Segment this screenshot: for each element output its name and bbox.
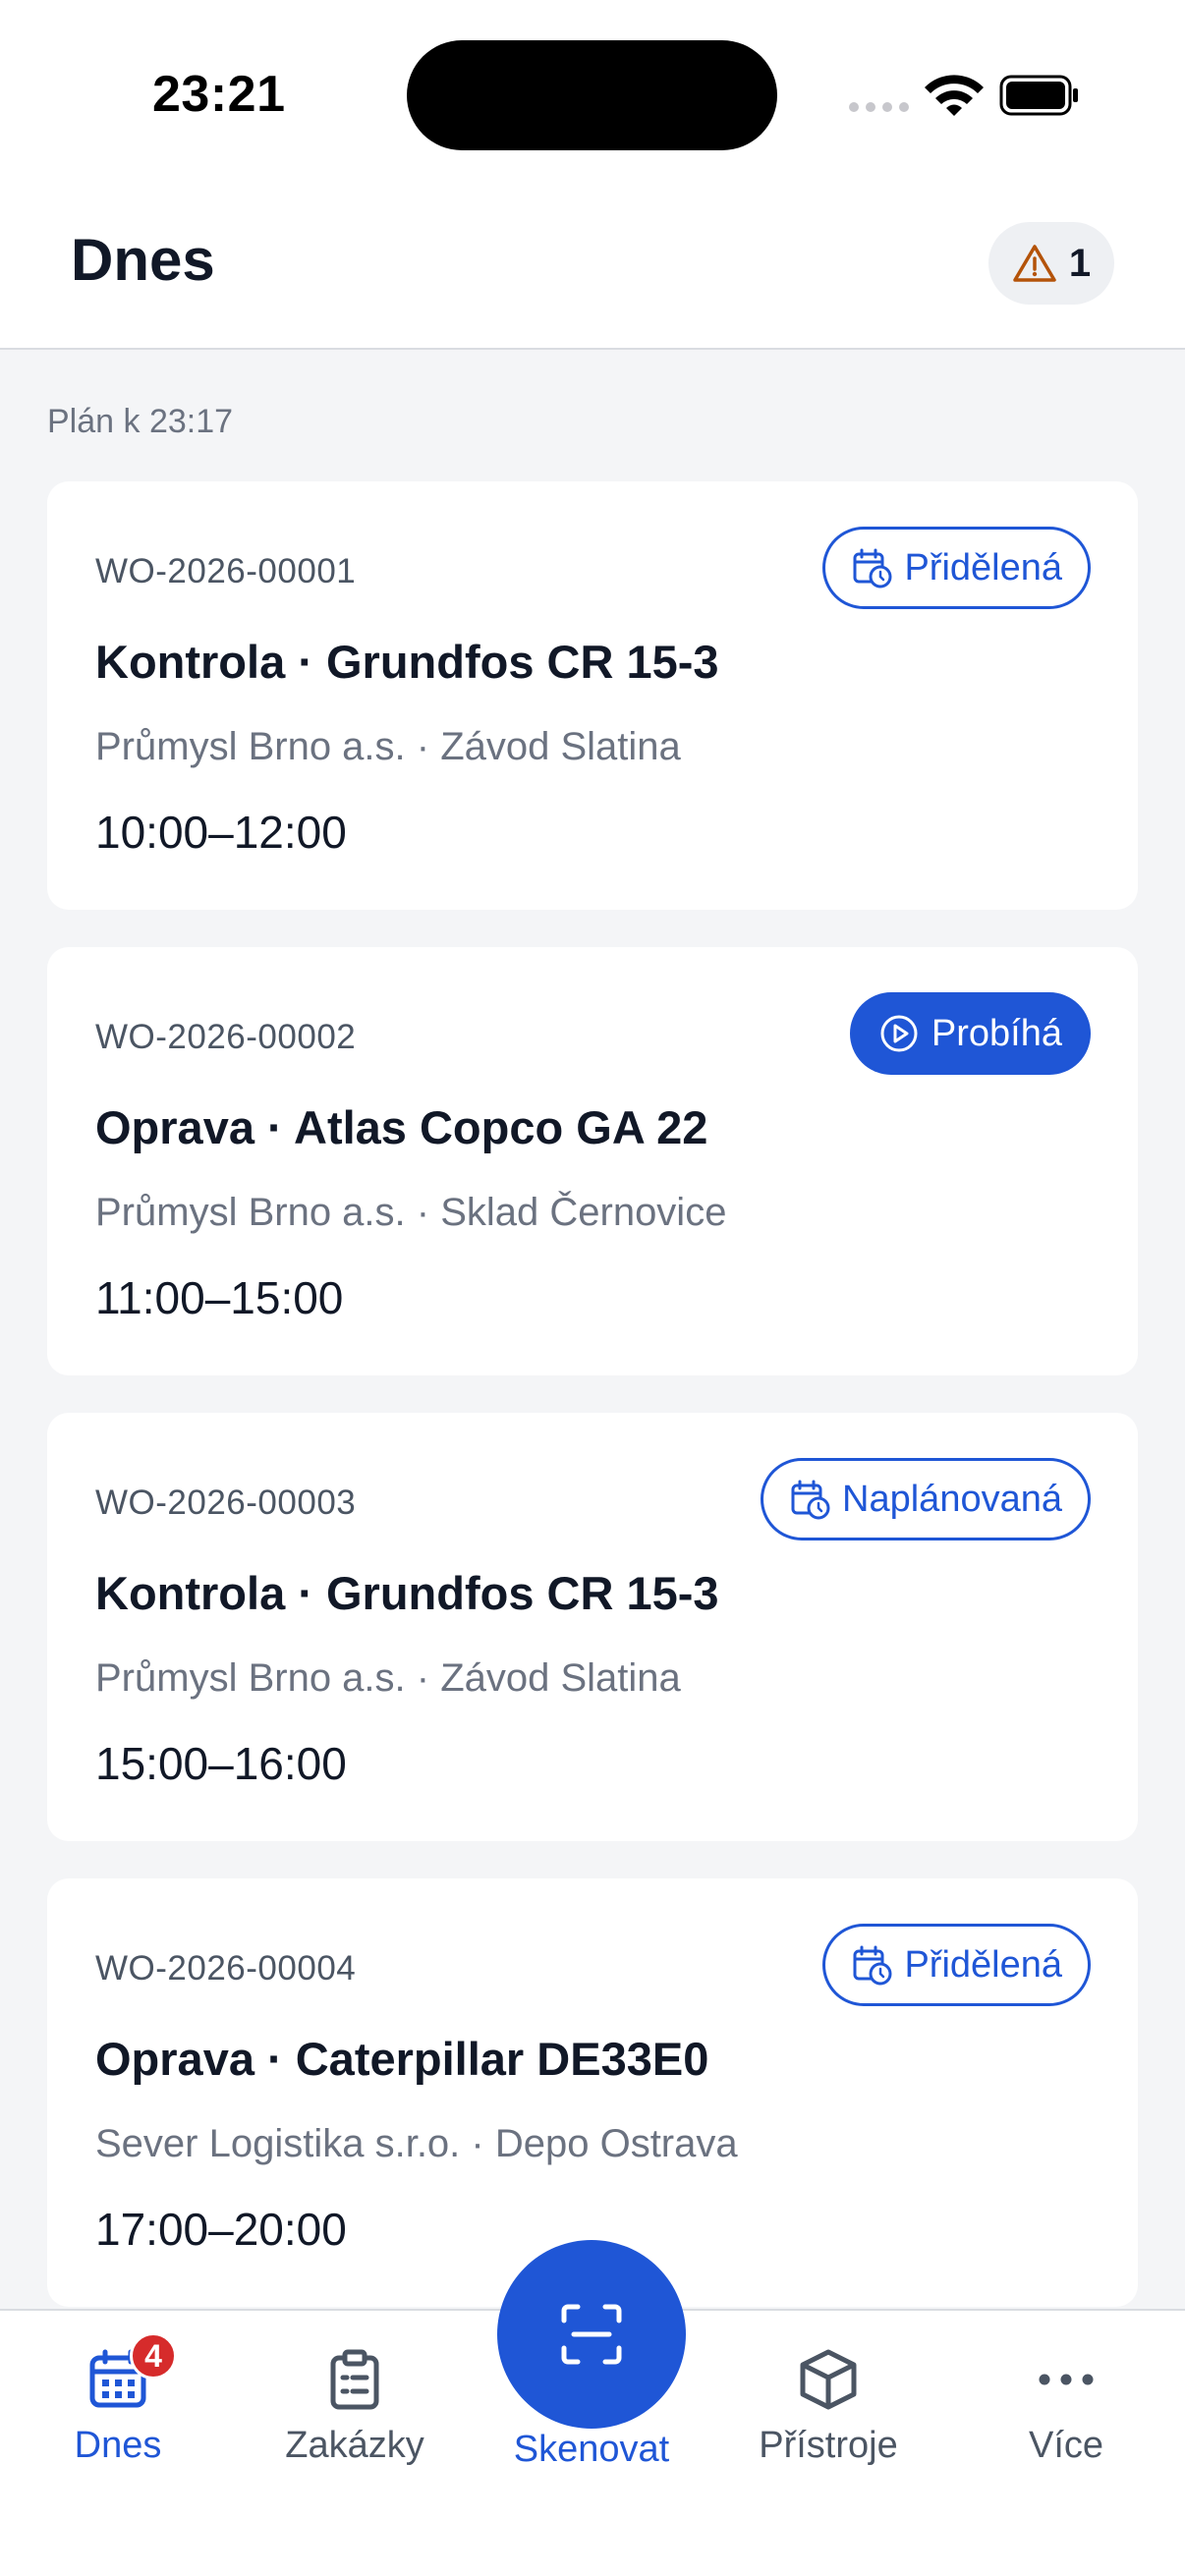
- battery-icon: [999, 75, 1078, 116]
- calendar-clock-icon: [791, 1480, 830, 1520]
- plan-timestamp: Plán k 23:17: [47, 403, 234, 440]
- tab-pristroje[interactable]: Přístroje: [710, 2311, 946, 2507]
- tab-zakazky[interactable]: Zakázky: [237, 2311, 473, 2507]
- work-order-id: WO-2026-00002: [95, 1018, 357, 1056]
- page-title: Dnes: [71, 227, 215, 293]
- work-order-time: 10:00–12:00: [95, 807, 347, 858]
- calendar-clock-icon: [853, 548, 892, 588]
- play-circle-icon: [880, 1015, 918, 1052]
- work-order-title: Oprava · Atlas Copco GA 22: [95, 1101, 708, 1153]
- warning-icon: [1013, 245, 1056, 282]
- tab-label: Zakázky: [285, 2425, 424, 2466]
- status-badge: Naplánovaná: [761, 1458, 1091, 1540]
- more-icon: [1039, 2374, 1094, 2385]
- wifi-icon: [925, 75, 984, 116]
- work-order-card[interactable]: WO-2026-00002 Probíhá Oprava · Atlas Cop…: [47, 947, 1138, 1375]
- work-order-location: Průmysl Brno a.s. · Závod Slatina: [95, 1656, 681, 1700]
- work-order-card[interactable]: WO-2026-00003 Naplánovaná Kontrola · Gru…: [47, 1413, 1138, 1841]
- scan-icon: [561, 2304, 622, 2365]
- status-time: 23:21: [152, 66, 286, 123]
- status-label: Přidělená: [904, 1943, 1062, 1986]
- work-order-time: 17:00–20:00: [95, 2204, 347, 2255]
- clipboard-icon: [330, 2349, 379, 2410]
- work-order-location: Průmysl Brno a.s. · Sklad Černovice: [95, 1191, 727, 1234]
- tab-label: Dnes: [74, 2425, 162, 2466]
- status-badge: Přidělená: [822, 527, 1091, 609]
- work-order-title: Oprava · Caterpillar DE33E0: [95, 2033, 709, 2085]
- status-bar: 23:21: [0, 0, 1185, 187]
- work-order-id: WO-2026-00004: [95, 1949, 357, 1988]
- status-label: Probíhá: [931, 1012, 1062, 1054]
- status-label: Naplánovaná: [842, 1478, 1062, 1520]
- work-order-id: WO-2026-00001: [95, 552, 357, 590]
- work-order-card[interactable]: WO-2026-00001 Přidělená Kontrola · Grund…: [47, 481, 1138, 910]
- calendar-clock-icon: [853, 1945, 892, 1986]
- alerts-button[interactable]: 1: [988, 222, 1114, 305]
- status-badge: Probíhá: [849, 992, 1091, 1075]
- tab-badge-count: 4: [130, 2332, 177, 2380]
- tab-label: Více: [1028, 2425, 1104, 2466]
- work-order-id: WO-2026-00003: [95, 1484, 357, 1522]
- work-order-location: Průmysl Brno a.s. · Závod Slatina: [95, 725, 681, 768]
- work-order-time: 15:00–16:00: [95, 1738, 347, 1789]
- status-label: Přidělená: [904, 546, 1062, 588]
- page-header: Dnes 1: [0, 187, 1185, 350]
- status-badge: Přidělená: [822, 1924, 1091, 2006]
- tab-vice[interactable]: Více: [948, 2311, 1184, 2507]
- dynamic-island: [407, 40, 777, 150]
- tab-dnes[interactable]: 4 Dnes: [0, 2311, 236, 2507]
- work-order-title: Kontrola · Grundfos CR 15-3: [95, 636, 719, 688]
- work-order-location: Sever Logistika s.r.o. · Depo Ostrava: [95, 2122, 738, 2165]
- work-order-time: 11:00–15:00: [95, 1272, 344, 1323]
- tab-label: Přístroje: [759, 2425, 898, 2466]
- tab-skenovat-label[interactable]: Skenovat: [458, 2429, 725, 2471]
- work-order-list: WO-2026-00001 Přidělená Kontrola · Grund…: [47, 481, 1138, 2344]
- cellular-signal-icon: [849, 102, 909, 112]
- scan-button[interactable]: [497, 2240, 686, 2429]
- box-icon: [800, 2349, 857, 2410]
- work-order-title: Kontrola · Grundfos CR 15-3: [95, 1567, 719, 1619]
- alert-count: 1: [1068, 241, 1092, 285]
